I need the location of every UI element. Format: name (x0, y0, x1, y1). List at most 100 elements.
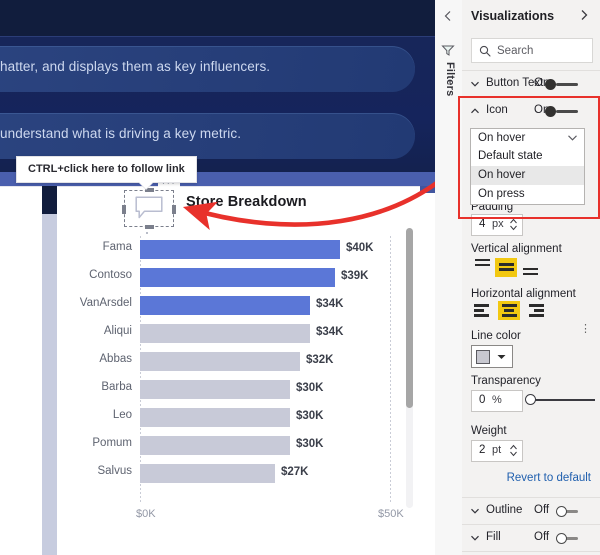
chart-bar-row[interactable]: Salvus $27K (60, 464, 390, 483)
visualizations-pane: Visualizations Search Button Text On Ico… (462, 0, 600, 555)
icon-state-dropdown[interactable]: On hover (470, 128, 585, 149)
section-icon[interactable]: Icon On (462, 98, 600, 124)
icon-state-option-label: Default state (478, 150, 543, 162)
resize-handle-bottom[interactable] (145, 225, 154, 229)
align-center-button[interactable] (498, 301, 520, 320)
icon-state-option-label: On press (478, 188, 525, 200)
chart-bar-row[interactable]: Abbas $32K (60, 352, 390, 371)
button-icon-selection[interactable] (122, 188, 176, 229)
align-top-button[interactable] (471, 256, 493, 278)
transparency-slider-handle[interactable] (525, 394, 536, 405)
chart-scrollbar-thumb[interactable] (406, 228, 413, 408)
transparency-field[interactable]: 0 % (471, 390, 523, 412)
icon-state-option-1[interactable]: On hover (471, 166, 584, 185)
section-outline-label: Outline (486, 504, 523, 516)
filter-icon[interactable] (441, 44, 455, 57)
chart-value-label: $30K (296, 438, 324, 450)
stepper-arrows-icon[interactable] (509, 217, 518, 232)
section-outline[interactable]: Outline Off (462, 498, 600, 524)
chevron-down-icon[interactable] (568, 135, 577, 141)
section-button-text[interactable]: Button Text On (462, 71, 600, 97)
resize-handle-left[interactable] (122, 204, 126, 214)
chart-scrollbar[interactable] (406, 228, 413, 508)
vertical-alignment-group[interactable] (471, 256, 541, 278)
section-fill[interactable]: Fill Off (462, 525, 600, 551)
chart-category-label: Aliqui (103, 325, 132, 337)
chart-bar[interactable] (140, 464, 275, 483)
line-color-picker[interactable] (471, 345, 513, 368)
chart-axis-tick: $0K (136, 508, 156, 520)
info-bubble-2[interactable]: understand what is driving a key metric. (0, 113, 415, 159)
visual-title: Store Breakdown (186, 194, 307, 210)
weight-unit: pt (492, 444, 502, 456)
icon-state-option-2[interactable]: On press (471, 185, 584, 204)
canvas-scrollbar[interactable] (42, 214, 57, 555)
chart-category-label: Barba (101, 381, 132, 393)
resize-handle-right[interactable] (172, 204, 176, 214)
align-bottom-button[interactable] (519, 256, 541, 278)
chart-value-label: $27K (281, 466, 309, 478)
report-canvas: hatter, and displays them as key influen… (0, 0, 435, 555)
chart-category-label: VanArsdel (79, 297, 132, 309)
chevron-down-icon[interactable] (470, 79, 480, 89)
chart-bar-row[interactable]: Fama $40K (60, 240, 390, 259)
align-right-button[interactable] (522, 301, 547, 320)
info-bubble-2-text: understand what is driving a key metric. (0, 126, 242, 141)
chart-bar-row[interactable]: Aliqui $34K (60, 324, 390, 343)
horizontal-alignment-group[interactable] (471, 301, 547, 320)
chart-category-label: Leo (112, 409, 132, 421)
chart-bar[interactable] (140, 352, 300, 371)
chart-bar[interactable] (140, 408, 290, 427)
search-placeholder: Search (497, 44, 534, 57)
chart-category-label: Pomum (92, 437, 132, 449)
chart-category-label: Contoso (89, 269, 132, 281)
weight-stepper[interactable]: 2 pt (471, 440, 523, 462)
chart-category-label: Salvus (97, 465, 132, 477)
chart-bar[interactable] (140, 296, 310, 315)
chart-bar[interactable] (140, 380, 290, 399)
vertical-alignment-label: Vertical alignment (471, 243, 562, 255)
chart-bar[interactable] (140, 324, 310, 343)
chart-bar-row[interactable]: Pomum $30K (60, 436, 390, 455)
chart-value-label: $32K (306, 354, 334, 366)
transparency-slider[interactable] (525, 394, 595, 406)
chart-axis-tick: $50K (378, 508, 404, 520)
align-middle-button[interactable] (495, 257, 517, 277)
chart-bar-row[interactable]: Contoso $39K (60, 268, 390, 287)
ctrl-click-tooltip: CTRL+click here to follow link (16, 156, 197, 189)
chart-bar-row[interactable]: VanArsdel $34K (60, 296, 390, 315)
chart-bar-row[interactable]: Barba $30K (60, 380, 390, 399)
section-icon-label: Icon (486, 104, 508, 116)
section-outline-state: Off (534, 504, 550, 516)
chevron-up-icon[interactable] (470, 106, 480, 116)
align-left-button[interactable] (471, 301, 496, 320)
chart-bar-row[interactable]: Leo $30K (60, 408, 390, 427)
icon-state-option-0[interactable]: Default state (471, 147, 584, 166)
chevron-down-icon[interactable] (470, 506, 480, 516)
search-input[interactable]: Search (471, 38, 593, 63)
store-breakdown-chart[interactable]: Fama $40K Contoso $39K VanArsdel $34K Aliqui $3… (60, 236, 404, 536)
chevron-down-icon[interactable] (497, 354, 506, 360)
icon-state-option-label: On hover (478, 169, 526, 181)
pane-title: Visualizations (471, 9, 555, 23)
padding-stepper[interactable]: 4 px (471, 214, 523, 236)
line-color-more-icon[interactable]: ⋮ (580, 324, 591, 335)
chart-bar[interactable] (140, 436, 290, 455)
chart-bar[interactable] (140, 268, 335, 287)
chevron-left-icon[interactable] (442, 10, 454, 22)
transparency-unit: % (492, 394, 502, 406)
chevron-down-icon[interactable] (470, 533, 480, 543)
transparency-label: Transparency (471, 375, 541, 387)
revert-to-default-link[interactable]: Revert to default (507, 472, 591, 484)
stepper-arrows-icon[interactable] (509, 443, 518, 458)
chart-value-label: $39K (341, 270, 369, 282)
section-fill-state: Off (534, 531, 550, 543)
divider-5 (462, 551, 600, 552)
chevron-right-icon[interactable] (578, 9, 590, 21)
speech-bubble-icon (135, 196, 163, 219)
padding-unit: px (492, 218, 504, 230)
icon-state-dropdown-list[interactable]: Default state On hover On press (470, 147, 585, 205)
chart-bar[interactable] (140, 240, 340, 259)
info-bubble-1[interactable]: hatter, and displays them as key influen… (0, 46, 415, 92)
chart-category-label: Fama (102, 241, 132, 253)
